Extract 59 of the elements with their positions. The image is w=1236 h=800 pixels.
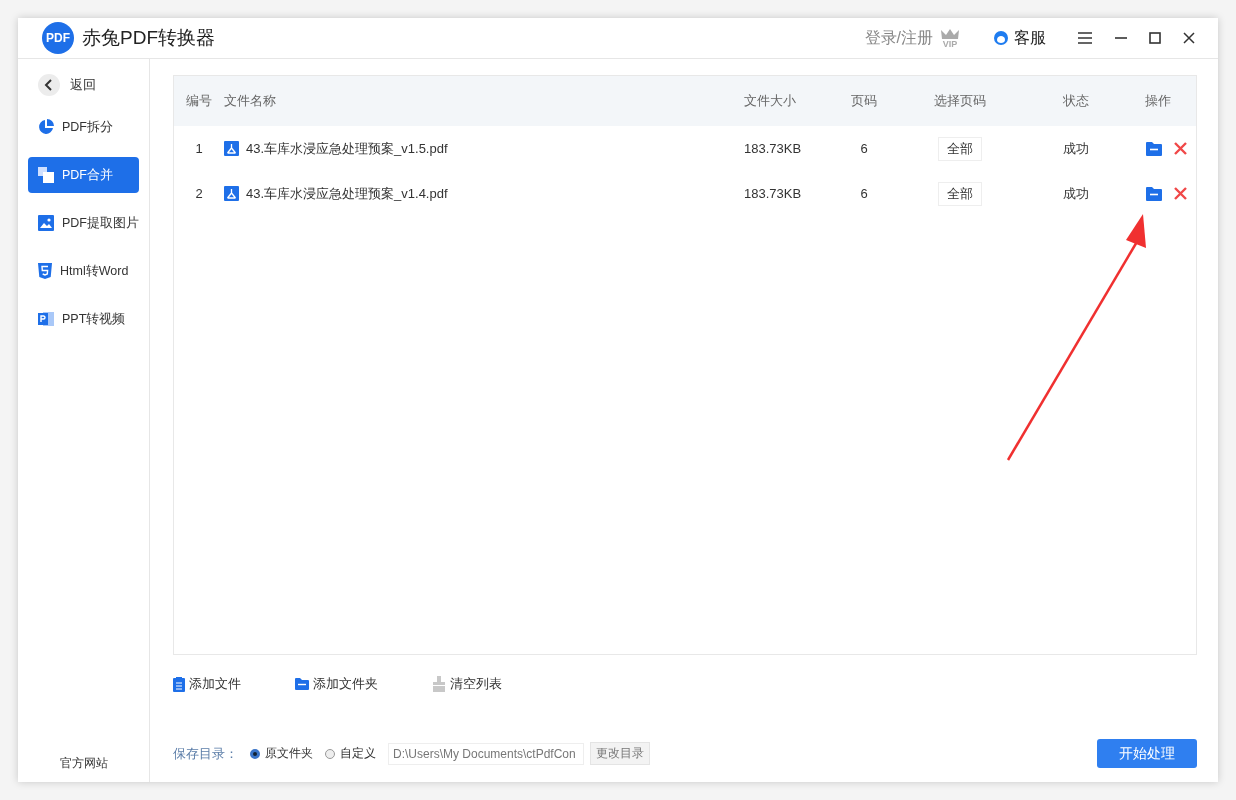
- brush-icon: [432, 676, 446, 692]
- save-directory-label: 保存目录：: [173, 744, 238, 763]
- merge-icon: [38, 167, 54, 183]
- vip-badge: VIP: [939, 27, 961, 49]
- radio-option[interactable]: 原文件夹: [250, 745, 313, 762]
- pdf-file-icon: [224, 141, 239, 156]
- sidebar-item[interactable]: PPT转视频: [28, 301, 139, 337]
- sidebar-item[interactable]: Html转Word: [28, 253, 139, 289]
- status-text: 成功: [1062, 139, 1090, 158]
- file-name: 43.车库水浸应急处理预案_v1.5.pdf: [246, 139, 448, 158]
- start-button[interactable]: 开始处理: [1097, 739, 1197, 768]
- delete-icon[interactable]: [1173, 187, 1187, 200]
- folder-icon[interactable]: [1145, 186, 1162, 201]
- sidebar-item[interactable]: PDF拆分: [28, 109, 139, 145]
- support-link[interactable]: 客服: [993, 27, 1046, 49]
- image-icon: [38, 215, 54, 231]
- folder-icon: [295, 678, 309, 690]
- column-header: 选择页码: [933, 92, 987, 110]
- path-field[interactable]: D:\Users\My Documents\ctPdfCon: [388, 742, 584, 765]
- column-header: 页码: [850, 92, 878, 110]
- login-link[interactable]: 登录/注册: [864, 27, 933, 49]
- radio-option[interactable]: 自定义: [325, 745, 376, 762]
- file-size: 183.73KB: [744, 141, 803, 156]
- sidebar-item[interactable]: PDF提取图片: [28, 205, 139, 241]
- column-header: 编号: [185, 92, 213, 110]
- column-header: 操作: [1144, 92, 1172, 110]
- menu-icon[interactable]: [1077, 31, 1093, 45]
- toolbar-action[interactable]: 添加文件夹: [295, 675, 378, 693]
- app-title: 赤兔PDF转换器: [82, 26, 215, 50]
- column-header: 状态: [1062, 92, 1090, 110]
- clipboard-icon: [173, 676, 185, 692]
- column-header: 文件名称: [224, 92, 277, 110]
- file-name: 43.车库水浸应急处理预案_v1.4.pdf: [246, 184, 448, 203]
- page-count: 6: [859, 186, 869, 201]
- maximize-icon[interactable]: [1149, 32, 1161, 44]
- back-button[interactable]: 返回: [28, 73, 139, 97]
- status-text: 成功: [1062, 184, 1090, 203]
- support-avatar-icon: [993, 30, 1009, 46]
- toolbar-action[interactable]: 添加文件: [173, 675, 241, 693]
- sidebar-item[interactable]: PDF合并: [28, 157, 139, 193]
- page-count: 6: [859, 141, 869, 156]
- presentation-icon: [38, 311, 54, 327]
- row-number: 2: [194, 186, 204, 201]
- html5-icon: [38, 263, 52, 279]
- close-icon[interactable]: [1183, 32, 1195, 44]
- pie-chart-icon: [38, 119, 54, 135]
- page-select-button[interactable]: 全部: [938, 181, 982, 206]
- delete-icon[interactable]: [1173, 142, 1187, 155]
- back-icon: [38, 74, 60, 96]
- page-select-button[interactable]: 全部: [938, 136, 982, 161]
- official-site-link[interactable]: 官方网站: [28, 755, 139, 772]
- file-size: 183.73KB: [744, 186, 803, 201]
- row-number: 1: [194, 141, 204, 156]
- pdf-file-icon: [224, 186, 239, 201]
- change-directory-button[interactable]: 更改目录: [590, 742, 650, 765]
- toolbar-action[interactable]: 清空列表: [432, 675, 502, 693]
- app-logo: PDF: [42, 22, 74, 54]
- column-header: 文件大小: [744, 92, 797, 110]
- folder-icon[interactable]: [1145, 141, 1162, 156]
